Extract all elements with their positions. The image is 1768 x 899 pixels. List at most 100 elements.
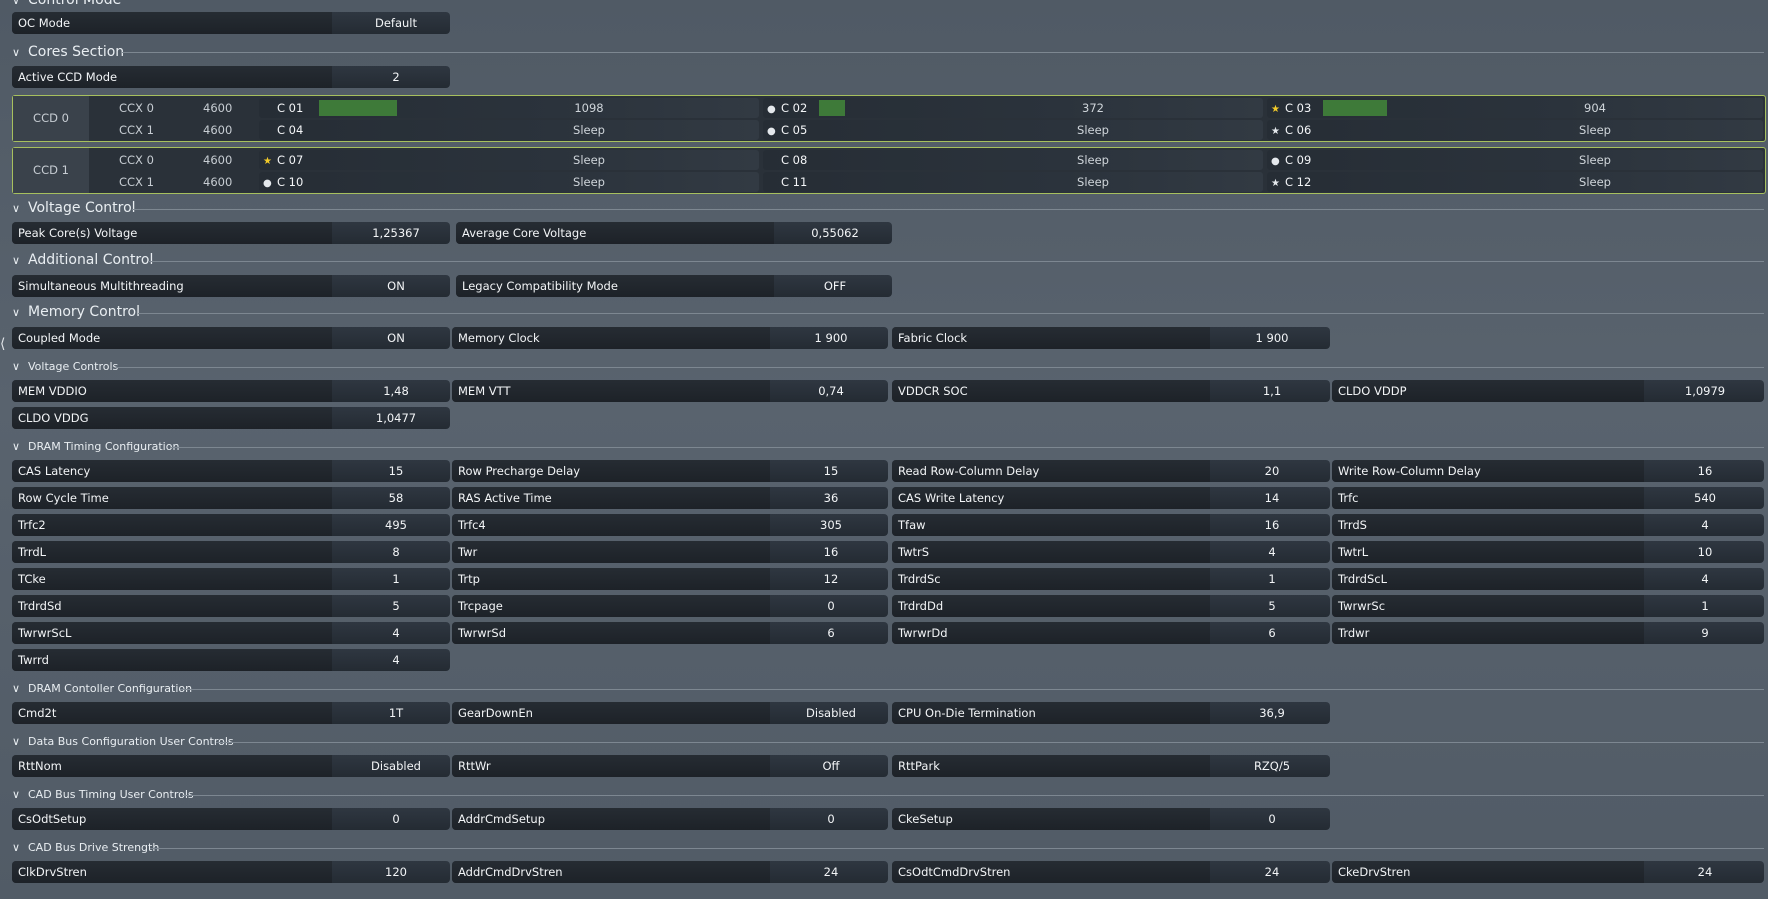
field-value: 0	[1268, 812, 1276, 826]
fabric-clock-field[interactable]: Fabric Clock 1 900	[892, 327, 1330, 349]
cke-setup-field[interactable]: CkeSetup 0	[892, 808, 1330, 830]
cpu-odt-field[interactable]: CPU On-Die Termination 36,9	[892, 702, 1330, 724]
dram-timing-field[interactable]: TrdrdScL 4	[1332, 568, 1764, 590]
core-c01[interactable]: C 01 1098	[259, 98, 759, 118]
field-value: 1,0477	[375, 411, 417, 425]
core-c03[interactable]: ★ C 03 904	[1267, 98, 1763, 118]
peak-core-voltage-field[interactable]: Peak Core(s) Voltage 1,25367	[12, 222, 450, 244]
dram-timing-field[interactable]: CAS Latency 15	[12, 460, 450, 482]
field-label: Trfc4	[452, 514, 770, 536]
rttnom-field[interactable]: RttNom Disabled	[12, 755, 450, 777]
memory-clock-field[interactable]: Memory Clock 1 900	[452, 327, 888, 349]
field-label: RttWr	[452, 755, 770, 777]
cmd2t-field[interactable]: Cmd2t 1T	[12, 702, 450, 724]
core-value: Sleep	[573, 123, 605, 137]
core-c06[interactable]: ★ C 06 Sleep	[1267, 120, 1763, 140]
dram-timing-field[interactable]: Tfaw 16	[892, 514, 1330, 536]
field-label: RttNom	[12, 755, 332, 777]
dram-timing-field[interactable]: TwrwrScL 4	[12, 622, 450, 644]
section-header-voltage-control[interactable]: ∨ Voltage Control	[12, 200, 136, 216]
cldo-vddp-field[interactable]: CLDO VDDP 1,0979	[1332, 380, 1764, 402]
dram-timing-field[interactable]: Trfc2 495	[12, 514, 450, 536]
field-label: MEM VDDIO	[12, 380, 332, 402]
chevron-down-icon: ∨	[12, 253, 21, 267]
section-title: Additional Control	[28, 252, 154, 268]
dram-timing-field[interactable]: Trdwr 9	[1332, 622, 1764, 644]
section-header-cad-bus-drive[interactable]: ∨ CAD Bus Drive Strength	[12, 841, 159, 854]
csodt-drv-field[interactable]: CsOdtCmdDrvStren 24	[892, 861, 1330, 883]
cldo-vddg-field[interactable]: CLDO VDDG 1,0477	[12, 407, 450, 429]
core-value: 904	[1584, 101, 1606, 115]
section-divider	[216, 742, 1764, 743]
section-header-voltage-controls[interactable]: ∨ Voltage Controls	[12, 360, 118, 373]
oc-mode-field[interactable]: OC Mode Default	[12, 12, 450, 34]
legacy-compat-field[interactable]: Legacy Compatibility Mode OFF	[456, 275, 892, 297]
smt-field[interactable]: Simultaneous Multithreading ON	[12, 275, 450, 297]
core-c11[interactable]: C 11 Sleep	[763, 172, 1263, 192]
dram-timing-field[interactable]: Trtp 12	[452, 568, 888, 590]
dram-timing-field[interactable]: RAS Active Time 36	[452, 487, 888, 509]
section-header-data-bus[interactable]: ∨ Data Bus Configuration User Controls	[12, 735, 234, 748]
dram-timing-field[interactable]: Twr 16	[452, 541, 888, 563]
dram-timing-field[interactable]: TrdrdDd 5	[892, 595, 1330, 617]
vddcr-soc-field[interactable]: VDDCR SOC 1,1	[892, 380, 1330, 402]
dram-timing-field[interactable]: TrdrdSd 5	[12, 595, 450, 617]
rttpark-field[interactable]: RttPark RZQ/5	[892, 755, 1330, 777]
csodt-setup-field[interactable]: CsOdtSetup 0	[12, 808, 450, 830]
dram-timing-field[interactable]: Row Precharge Delay 15	[452, 460, 888, 482]
chevron-left-icon[interactable]: ⟨	[0, 336, 5, 352]
dram-timing-field[interactable]: TwtrL 10	[1332, 541, 1764, 563]
core-c10[interactable]: ● C 10 Sleep	[259, 172, 759, 192]
core-c02[interactable]: ● C 02 372	[763, 98, 1263, 118]
clk-drv-field[interactable]: ClkDrvStren 120	[12, 861, 450, 883]
rttwr-field[interactable]: RttWr Off	[452, 755, 888, 777]
field-value: 16	[1264, 518, 1280, 532]
mem-vddio-field[interactable]: MEM VDDIO 1,48	[12, 380, 450, 402]
star-icon: ★	[263, 156, 272, 167]
section-header-memory-control[interactable]: ∨ Memory Control	[12, 304, 140, 320]
core-c07[interactable]: ★ C 07 Sleep	[259, 150, 759, 170]
dram-timing-field[interactable]: CAS Write Latency 14	[892, 487, 1330, 509]
section-header-control-mode[interactable]: ∨ Control Mode	[12, 0, 121, 8]
dram-timing-field[interactable]: Row Cycle Time 58	[12, 487, 450, 509]
dram-timing-field[interactable]: Twrrd 4	[12, 649, 450, 671]
geardown-field[interactable]: GearDownEn Disabled	[452, 702, 888, 724]
dram-timing-field[interactable]: Read Row-Column Delay 20	[892, 460, 1330, 482]
core-name: C 03	[1285, 101, 1312, 115]
dram-timing-field[interactable]: TrrdL 8	[12, 541, 450, 563]
mem-vtt-field[interactable]: MEM VTT 0,74	[452, 380, 888, 402]
dram-timing-field[interactable]: TwrwrSd 6	[452, 622, 888, 644]
dram-timing-field[interactable]: TrdrdSc 1	[892, 568, 1330, 590]
addrcmd-setup-field[interactable]: AddrCmdSetup 0	[452, 808, 888, 830]
core-c05[interactable]: ● C 05 Sleep	[763, 120, 1263, 140]
field-value: 36,9	[1259, 706, 1285, 720]
section-header-dram-timing[interactable]: ∨ DRAM Timing Configuration	[12, 440, 179, 453]
section-header-additional-control[interactable]: ∨ Additional Control	[12, 252, 153, 268]
dram-timing-field[interactable]: Trfc4 305	[452, 514, 888, 536]
active-ccd-field[interactable]: Active CCD Mode 2	[12, 66, 450, 88]
core-value: Sleep	[1579, 123, 1611, 137]
section-title: Memory Control	[28, 304, 140, 320]
dram-timing-field[interactable]: Write Row-Column Delay 16	[1332, 460, 1764, 482]
core-c12[interactable]: ★ C 12 Sleep	[1267, 172, 1763, 192]
dram-timing-field[interactable]: TwtrS 4	[892, 541, 1330, 563]
section-header-cores[interactable]: ∨ Cores Section	[12, 44, 124, 60]
dram-timing-field[interactable]: TrrdS 4	[1332, 514, 1764, 536]
dram-timing-field[interactable]: Trfc 540	[1332, 487, 1764, 509]
core-c04[interactable]: C 04 Sleep	[259, 120, 759, 140]
coupled-mode-field[interactable]: Coupled Mode ON	[12, 327, 450, 349]
cke-drv-field[interactable]: CkeDrvStren 24	[1332, 861, 1764, 883]
average-core-voltage-field[interactable]: Average Core Voltage 0,55062	[456, 222, 892, 244]
dram-timing-field[interactable]: TwrwrDd 6	[892, 622, 1330, 644]
section-header-dram-controller[interactable]: ∨ DRAM Contoller Configuration	[12, 682, 192, 695]
field-label: Read Row-Column Delay	[892, 460, 1210, 482]
dram-timing-field[interactable]: TCke 1	[12, 568, 450, 590]
dram-timing-field[interactable]: TwrwrSc 1	[1332, 595, 1764, 617]
addrcmd-drv-field[interactable]: AddrCmdDrvStren 24	[452, 861, 888, 883]
dram-timing-field[interactable]: Trcpage 0	[452, 595, 888, 617]
core-c09[interactable]: ● C 09 Sleep	[1267, 150, 1763, 170]
core-c08[interactable]: C 08 Sleep	[763, 150, 1263, 170]
ccx-frequency: 4600	[203, 101, 233, 115]
field-label: Twr	[452, 541, 770, 563]
section-header-cad-bus-timing[interactable]: ∨ CAD Bus Timing User Controls	[12, 788, 194, 801]
